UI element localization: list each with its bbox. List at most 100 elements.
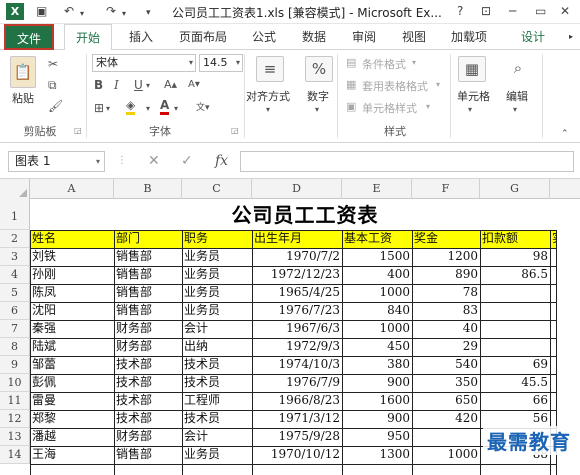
table-cell[interactable]: 沈阳	[30, 302, 114, 320]
table-cell[interactable]: 孙刚	[30, 266, 114, 284]
table-cell[interactable]	[480, 338, 550, 356]
fill-color-icon[interactable]: ◈	[126, 98, 136, 115]
table-cell[interactable]: 秦强	[30, 320, 114, 338]
font-color-icon[interactable]: A	[160, 98, 170, 115]
table-cell[interactable]: 840	[342, 302, 412, 320]
chevron-down-icon[interactable]: ▾	[96, 152, 100, 171]
table-cell[interactable]: 78	[412, 284, 480, 302]
table-cell[interactable]: 650	[412, 392, 480, 410]
header-cell[interactable]: 出生年月	[252, 230, 342, 248]
shrink-font-icon[interactable]: A▾	[188, 77, 200, 93]
table-cell[interactable]: 86.5	[480, 266, 550, 284]
column-header[interactable]: D	[252, 179, 342, 199]
select-all-corner[interactable]	[0, 179, 30, 199]
table-cell[interactable]: 1976/7/23	[252, 302, 342, 320]
fill-color-dropdown-icon[interactable]: ▾	[146, 101, 150, 117]
border-icon[interactable]: ⊞	[94, 100, 104, 116]
redo-icon[interactable]: ↷	[106, 3, 116, 20]
undo-icon[interactable]: ↶	[64, 3, 74, 20]
tab-data[interactable]: 数据	[292, 24, 336, 50]
table-cell[interactable]: 540	[412, 356, 480, 374]
italic-button[interactable]: I	[114, 77, 119, 93]
tab-home[interactable]: 开始	[64, 24, 112, 51]
column-header[interactable]: A	[30, 179, 114, 199]
table-cell[interactable]: 技术部	[114, 374, 182, 392]
table-cell[interactable]	[480, 320, 550, 338]
binoculars-icon[interactable]: ⌕	[504, 56, 532, 82]
tab-page-layout[interactable]: 页面布局	[170, 24, 236, 50]
table-cell[interactable]: 40	[412, 320, 480, 338]
table-cell[interactable]: 1974/10/3	[252, 356, 342, 374]
table-cell[interactable]: 1971/3/12	[252, 410, 342, 428]
phonetic-icon[interactable]: 文▾	[196, 100, 210, 116]
table-cell[interactable]: 380	[342, 356, 412, 374]
table-cell[interactable]: 王海	[30, 446, 114, 464]
table-cell[interactable]: 1200	[412, 248, 480, 266]
table-cell[interactable]	[480, 302, 550, 320]
redo-dropdown-icon[interactable]: ▾	[122, 5, 126, 22]
table-cell[interactable]: 900	[342, 374, 412, 392]
table-cell[interactable]	[412, 428, 480, 446]
name-box[interactable]: 图表 1 ▾	[8, 151, 105, 172]
header-cell[interactable]: 姓名	[30, 230, 114, 248]
table-cell[interactable]: 工程师	[182, 392, 252, 410]
column-header[interactable]: B	[114, 179, 182, 199]
table-cell[interactable]: 业务员	[182, 446, 252, 464]
font-size-combo[interactable]: 14.5 ▾	[199, 54, 243, 72]
underline-dropdown-icon[interactable]: ▾	[146, 78, 150, 94]
row-header[interactable]: 13	[0, 428, 30, 446]
header-cell[interactable]: 部门	[114, 230, 182, 248]
table-cell[interactable]: 1976/7/9	[252, 374, 342, 392]
table-cell[interactable]: 业务员	[182, 266, 252, 284]
table-cell[interactable]: 技术员	[182, 356, 252, 374]
table-cell[interactable]: 会计	[182, 428, 252, 446]
table-cell[interactable]: 1966/8/23	[252, 392, 342, 410]
table-format-button[interactable]: 套用表格格式	[362, 78, 428, 94]
table-cell[interactable]: 69	[480, 356, 550, 374]
chevron-down-icon[interactable]: ▾	[513, 102, 517, 118]
number-format-icon[interactable]: %	[305, 56, 333, 82]
enter-icon[interactable]: ✓	[181, 153, 193, 169]
header-cell[interactable]: 基本工资	[342, 230, 412, 248]
table-cell[interactable]: 450	[342, 338, 412, 356]
customize-toolbar-icon[interactable]: ▾	[146, 5, 151, 22]
table-cell[interactable]: 1600	[342, 392, 412, 410]
cells-button-label[interactable]: 单元格	[457, 88, 490, 104]
tab-formulas[interactable]: 公式	[242, 24, 286, 50]
table-cell[interactable]	[480, 284, 550, 302]
table-cell[interactable]: 郑黎	[30, 410, 114, 428]
table-cell[interactable]: 83	[412, 302, 480, 320]
table-cell[interactable]: 1965/4/25	[252, 284, 342, 302]
close-icon[interactable]: ✕	[560, 3, 570, 20]
column-header[interactable]: C	[182, 179, 252, 199]
copy-icon[interactable]: ⧉	[48, 77, 57, 93]
underline-button[interactable]: U	[134, 77, 143, 93]
table-cell[interactable]: 1000	[342, 284, 412, 302]
table-cell[interactable]: 900	[342, 410, 412, 428]
table-cell[interactable]: 1300	[342, 446, 412, 464]
cut-icon[interactable]: ✂	[48, 56, 58, 72]
row-header[interactable]: 4	[0, 266, 30, 284]
table-cell[interactable]: 29	[412, 338, 480, 356]
paste-button-label[interactable]: 粘贴	[12, 90, 34, 106]
table-cell[interactable]: 技术部	[114, 356, 182, 374]
collapse-ribbon-icon[interactable]: ⌃	[561, 126, 569, 142]
tab-design[interactable]: 设计	[508, 24, 558, 50]
table-cell[interactable]: 1972/9/3	[252, 338, 342, 356]
table-cell[interactable]: 业务员	[182, 248, 252, 266]
table-cell[interactable]: 45.5	[480, 374, 550, 392]
tab-addins[interactable]: 加载项	[442, 24, 496, 50]
grow-font-icon[interactable]: A▴	[164, 77, 177, 93]
bold-button[interactable]: B	[94, 77, 103, 93]
help-icon[interactable]: ?	[457, 3, 463, 20]
table-cell[interactable]: 1967/6/3	[252, 320, 342, 338]
tab-view[interactable]: 视图	[392, 24, 436, 50]
sheet-title[interactable]: 公司员工工资表	[30, 200, 580, 230]
table-cell[interactable]: 1500	[342, 248, 412, 266]
font-name-combo[interactable]: 宋体 ▾	[92, 54, 196, 72]
table-cell[interactable]: 刘铁	[30, 248, 114, 266]
table-cell[interactable]: 彭佩	[30, 374, 114, 392]
table-cell[interactable]: 雷曼	[30, 392, 114, 410]
table-cell[interactable]: 财务部	[114, 338, 182, 356]
row-header[interactable]: 8	[0, 338, 30, 356]
